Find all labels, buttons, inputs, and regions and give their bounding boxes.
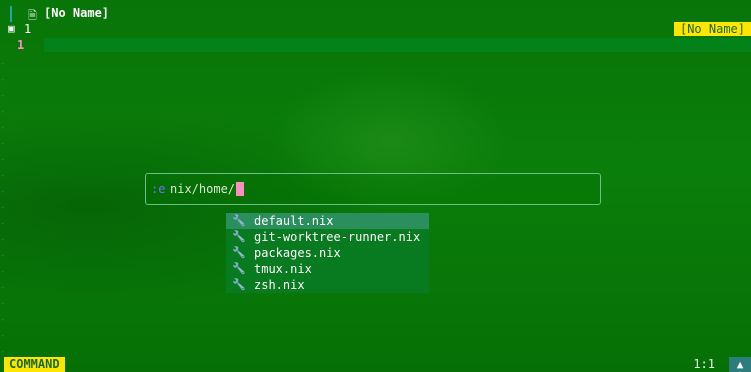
- statusline: COMMAND 1:1 ▲: [0, 357, 751, 372]
- completion-item[interactable]: 🔧 git-worktree-runner.nix: [226, 229, 429, 245]
- completion-item[interactable]: 🔧 zsh.nix: [226, 277, 429, 293]
- tilde-marker: -: [0, 171, 6, 181]
- tab-separator: [10, 6, 12, 22]
- tilde-marker: -: [0, 91, 6, 101]
- completion-item[interactable]: 🔧 tmux.nix: [226, 261, 429, 277]
- tilde-marker: -: [0, 187, 6, 197]
- mode-indicator: COMMAND: [4, 357, 65, 372]
- buffer-name-badge[interactable]: [No Name]: [673, 22, 751, 36]
- tilde-marker: -: [0, 235, 6, 245]
- tilde-marker: -: [0, 283, 6, 293]
- wrench-icon: 🔧: [232, 262, 246, 275]
- empty-line-markers: -------------------: [0, 56, 8, 360]
- wrench-icon: 🔧: [232, 278, 246, 291]
- text-cursor: [236, 182, 245, 196]
- command-input[interactable]: nix/home/: [170, 182, 245, 196]
- tilde-marker: -: [0, 107, 6, 117]
- completion-item[interactable]: 🔧 packages.nix: [226, 245, 429, 261]
- buffer-icon: ▣: [8, 22, 15, 35]
- command-input-text: nix/home/: [170, 182, 236, 196]
- wrench-icon: 🔧: [232, 230, 246, 243]
- tab-buffer-title[interactable]: [No Name]: [44, 6, 109, 20]
- completion-popup: 🔧 default.nix 🔧 git-worktree-runner.nix 🔧 pac…: [226, 213, 429, 293]
- completion-item-label: zsh.nix: [254, 278, 305, 292]
- tabline: 🗎 [No Name]: [0, 6, 751, 22]
- bufferline: ▣ 1 [No Name]: [0, 22, 751, 36]
- cursor-position: 1:1: [693, 357, 715, 371]
- tilde-marker: -: [0, 331, 6, 341]
- tilde-marker: -: [0, 155, 6, 165]
- line-number: 1: [17, 38, 25, 52]
- tilde-marker: -: [0, 203, 6, 213]
- tilde-marker: -: [0, 123, 6, 133]
- command-prompt: :e: [151, 182, 166, 196]
- linux-penguin-icon: ▲: [729, 357, 751, 372]
- completion-item-label: default.nix: [254, 214, 334, 228]
- buffer-index[interactable]: 1: [24, 22, 31, 36]
- completion-item-label: git-worktree-runner.nix: [254, 230, 421, 244]
- completion-item-label: tmux.nix: [254, 262, 312, 276]
- completion-item-label: packages.nix: [254, 246, 341, 260]
- tilde-marker: -: [0, 75, 6, 85]
- tilde-marker: -: [0, 267, 6, 277]
- command-line-box[interactable]: :e nix/home/: [145, 173, 601, 205]
- tilde-marker: -: [0, 219, 6, 229]
- tilde-marker: -: [0, 139, 6, 149]
- tilde-marker: -: [0, 315, 6, 325]
- completion-item[interactable]: 🔧 default.nix: [226, 213, 429, 229]
- wrench-icon: 🔧: [232, 246, 246, 259]
- tilde-marker: -: [0, 59, 6, 69]
- tilde-marker: -: [0, 299, 6, 309]
- tilde-marker: -: [0, 251, 6, 261]
- cursor-line[interactable]: [44, 38, 751, 52]
- wrench-icon: 🔧: [232, 214, 246, 227]
